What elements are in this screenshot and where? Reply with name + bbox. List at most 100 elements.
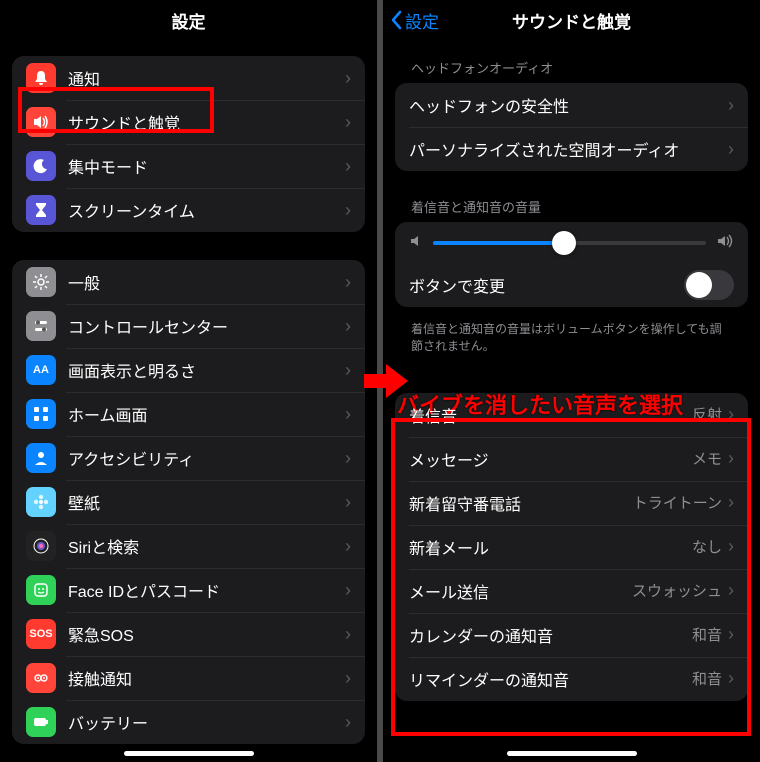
section-header-headphone: ヘッドフォンオーディオ xyxy=(383,40,760,83)
sound-row[interactable]: メール送信スウォッシュ› xyxy=(395,569,748,613)
row-label: 通知 xyxy=(68,66,345,90)
headphone-group: ヘッドフォンの安全性›パーソナライズされた空間オーディオ› xyxy=(395,83,748,171)
person-icon xyxy=(26,443,56,473)
home-indicator[interactable] xyxy=(507,751,637,756)
sound-label: リマインダーの通知音 xyxy=(409,667,692,691)
sound-row[interactable]: 新着メールなし› xyxy=(395,525,748,569)
settings-row-moon[interactable]: 集中モード› xyxy=(12,144,365,188)
grid-icon xyxy=(26,399,56,429)
row-label: サウンドと触覚 xyxy=(68,110,345,134)
chevron-right-icon: › xyxy=(728,448,734,469)
sound-value: メモ xyxy=(692,448,722,469)
settings-row-AA[interactable]: AA画面表示と明るさ› xyxy=(12,348,365,392)
chevron-right-icon: › xyxy=(728,624,734,645)
toggle-label: ボタンで変更 xyxy=(409,273,684,297)
settings-row-face[interactable]: Face IDとパスコード› xyxy=(12,568,365,612)
chevron-right-icon: › xyxy=(728,668,734,689)
chevron-right-icon: › xyxy=(345,404,351,425)
hp-row[interactable]: パーソナライズされた空間オーディオ› xyxy=(395,127,748,171)
back-label: 設定 xyxy=(405,8,439,33)
chevron-right-icon: › xyxy=(345,624,351,645)
ringer-volume-slider-row xyxy=(395,222,748,263)
switches-icon xyxy=(26,311,56,341)
row-label: ホーム画面 xyxy=(68,402,345,426)
sound-value: 和音 xyxy=(692,624,722,645)
speaker-icon xyxy=(26,107,56,137)
chevron-right-icon: › xyxy=(345,712,351,733)
settings-row-bell[interactable]: 通知› xyxy=(12,56,365,100)
slider-thumb[interactable] xyxy=(552,231,576,255)
sound-label: 新着留守番電話 xyxy=(409,491,633,515)
chevron-right-icon: › xyxy=(345,492,351,513)
settings-row-speaker[interactable]: サウンドと触覚› xyxy=(12,100,365,144)
settings-row-flower[interactable]: 壁紙› xyxy=(12,480,365,524)
sound-value: 和音 xyxy=(692,668,722,689)
SOS-icon: SOS xyxy=(26,619,56,649)
settings-row-gear[interactable]: 一般› xyxy=(12,260,365,304)
row-label: 接触通知 xyxy=(68,666,345,690)
chevron-right-icon: › xyxy=(345,360,351,381)
nav-bar: 設定 xyxy=(0,0,377,40)
volume-group: ボタンで変更 xyxy=(395,222,748,307)
row-label: 集中モード xyxy=(68,154,345,178)
settings-row-switches[interactable]: コントロールセンター› xyxy=(12,304,365,348)
chevron-right-icon: › xyxy=(345,536,351,557)
sound-row[interactable]: 新着留守番電話トライトーン › xyxy=(395,481,748,525)
volume-footer: 着信音と通知音の音量はボリュームボタンを操作しても調節されません。 xyxy=(383,315,760,359)
chevron-right-icon: › xyxy=(728,492,734,513)
sound-label: メール送信 xyxy=(409,579,632,603)
chevron-right-icon: › xyxy=(345,156,351,177)
row-label: Siriと検索 xyxy=(68,534,345,558)
chevron-right-icon: › xyxy=(345,272,351,293)
chevron-right-icon: › xyxy=(728,404,734,425)
chevron-right-icon: › xyxy=(345,448,351,469)
home-indicator[interactable] xyxy=(124,751,254,756)
chevron-right-icon: › xyxy=(345,316,351,337)
row-label: 緊急SOS xyxy=(68,622,345,646)
row-label: パーソナライズされた空間オーディオ xyxy=(409,137,728,161)
sound-label: 新着メール xyxy=(409,535,692,559)
hourglass-icon xyxy=(26,195,56,225)
settings-row-hourglass[interactable]: スクリーンタイム› xyxy=(12,188,365,232)
change-with-buttons-toggle[interactable] xyxy=(684,270,734,300)
row-label: スクリーンタイム xyxy=(68,198,345,222)
arrow-annotation xyxy=(364,362,408,405)
settings-row-person[interactable]: アクセシビリティ› xyxy=(12,436,365,480)
settings-row-battery[interactable]: バッテリー› xyxy=(12,700,365,744)
change-with-buttons-row[interactable]: ボタンで変更 xyxy=(395,263,748,307)
volume-slider[interactable] xyxy=(433,241,706,245)
contact-icon xyxy=(26,663,56,693)
settings-row-contact[interactable]: 接触通知› xyxy=(12,656,365,700)
row-label: Face IDとパスコード xyxy=(68,578,345,602)
row-label: バッテリー xyxy=(68,710,345,734)
settings-group-2: 一般›コントロールセンター›AA画面表示と明るさ›ホーム画面›アクセシビリティ›… xyxy=(12,260,365,744)
volume-high-icon xyxy=(716,234,734,251)
chevron-right-icon: › xyxy=(345,68,351,89)
chevron-right-icon: › xyxy=(728,139,734,160)
settings-row-grid[interactable]: ホーム画面› xyxy=(12,392,365,436)
chevron-right-icon: › xyxy=(345,200,351,221)
settings-row-siri[interactable]: Siriと検索› xyxy=(12,524,365,568)
sound-label: カレンダーの通知音 xyxy=(409,623,692,647)
battery-icon xyxy=(26,707,56,737)
gear-icon xyxy=(26,267,56,297)
back-button[interactable]: 設定 xyxy=(391,8,439,33)
row-label: ヘッドフォンの安全性 xyxy=(409,93,728,117)
row-label: コントロールセンター xyxy=(68,314,345,338)
sound-row[interactable]: リマインダーの通知音和音 › xyxy=(395,657,748,701)
chevron-right-icon: › xyxy=(728,580,734,601)
settings-screen: 設定 通知›サウンドと触覚›集中モード›スクリーンタイム› 一般›コントロールセ… xyxy=(0,0,377,762)
settings-row-SOS[interactable]: SOS 緊急SOS› xyxy=(12,612,365,656)
chevron-right-icon: › xyxy=(345,668,351,689)
hp-row[interactable]: ヘッドフォンの安全性› xyxy=(395,83,748,127)
sound-row[interactable]: メッセージメモ › xyxy=(395,437,748,481)
siri-icon xyxy=(26,531,56,561)
bell-icon xyxy=(26,63,56,93)
sound-label: メッセージ xyxy=(409,447,692,471)
settings-group-1: 通知›サウンドと触覚›集中モード›スクリーンタイム› xyxy=(12,56,365,232)
sound-row[interactable]: 着信音反射› xyxy=(395,393,748,437)
sound-value: トライトーン xyxy=(633,492,722,513)
face-icon xyxy=(26,575,56,605)
sound-row[interactable]: カレンダーの通知音和音 › xyxy=(395,613,748,657)
sound-value: 反射 xyxy=(692,404,722,425)
